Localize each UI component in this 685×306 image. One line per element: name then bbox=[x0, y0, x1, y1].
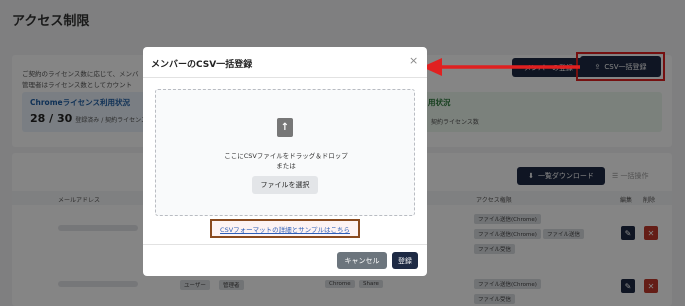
csv-dropzone[interactable]: ↑ ここにCSVファイルをドラッグ＆ドロップ または ファイルを選択 bbox=[155, 89, 415, 216]
modal-title: メンバーのCSV一括登録 bbox=[151, 60, 253, 70]
submit-button[interactable]: 登録 bbox=[392, 252, 418, 269]
annotation-arrow bbox=[422, 58, 580, 76]
modal-divider bbox=[143, 77, 427, 78]
close-icon[interactable]: × bbox=[409, 54, 418, 67]
dropzone-text: ここにCSVファイルをドラッグ＆ドロップ bbox=[224, 152, 348, 160]
format-link-highlight: CSVフォーマットの詳細とサンプルはこちら bbox=[210, 219, 360, 238]
select-file-button[interactable]: ファイルを選択 bbox=[252, 176, 318, 194]
dropzone-or: または bbox=[276, 162, 296, 170]
csv-import-modal: メンバーのCSV一括登録 × ↑ ここにCSVファイルをドラッグ＆ドロップ また… bbox=[143, 47, 427, 276]
modal-divider bbox=[143, 244, 427, 245]
csv-format-link[interactable]: CSVフォーマットの詳細とサンプルはこちら bbox=[220, 224, 350, 234]
cancel-button[interactable]: キャンセル bbox=[337, 252, 387, 269]
file-upload-icon: ↑ bbox=[277, 118, 293, 137]
